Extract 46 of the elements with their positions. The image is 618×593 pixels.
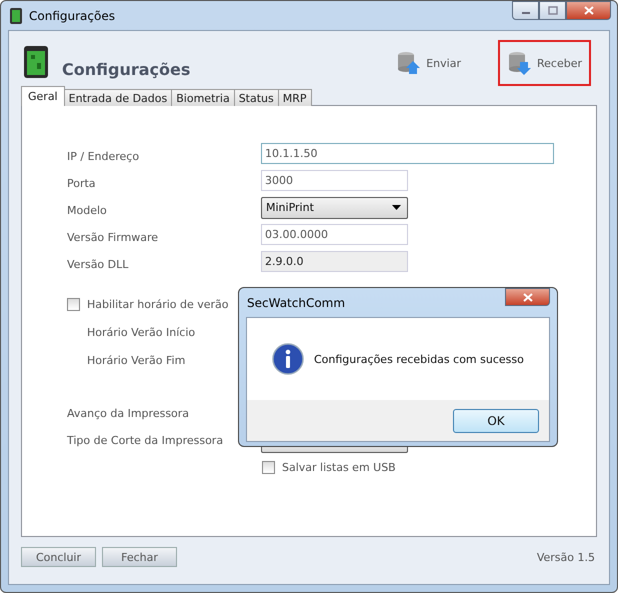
tab[interactable]: Entrada de Dados: [64, 89, 172, 106]
close-icon: [584, 6, 594, 15]
field-label: Versão DLL: [67, 257, 130, 271]
close-button[interactable]: Fechar: [102, 547, 177, 567]
input-field[interactable]: 03.00.0000: [261, 224, 408, 245]
close-button[interactable]: [505, 288, 550, 306]
tab[interactable]: MRP: [278, 89, 312, 106]
minimize-button[interactable]: [512, 1, 539, 20]
caret-icon: [392, 205, 401, 210]
field-label: Horário Verão Fim: [87, 354, 186, 367]
input-field[interactable]: 3000: [261, 170, 408, 191]
info-icon: [272, 343, 304, 375]
tab[interactable]: Biometria: [171, 89, 235, 106]
field-label: IP / Endereço: [67, 149, 140, 163]
finish-button[interactable]: Concluir: [21, 547, 96, 567]
readonly-field: 2.9.0.0: [261, 251, 408, 272]
database-upload-icon: [396, 50, 420, 76]
database-download-icon: [506, 50, 531, 76]
page-title: Configurações: [62, 60, 190, 79]
close-icon: [522, 292, 532, 302]
maximize-button[interactable]: [539, 1, 566, 20]
field-label: Avanço da Impressora: [67, 406, 190, 420]
field-label: Horário Verão Início: [87, 326, 196, 339]
device-icon: [23, 45, 49, 79]
field-label: Porta: [67, 176, 97, 190]
dropdown[interactable]: MiniPrint: [261, 196, 408, 218]
close-button[interactable]: [566, 1, 611, 20]
ok-button[interactable]: OK: [453, 408, 539, 432]
app-icon: [9, 6, 23, 24]
tab[interactable]: Geral: [21, 86, 65, 106]
checkbox[interactable]: [67, 298, 80, 311]
dialog-message: Configurações recebidas com sucesso: [314, 352, 524, 366]
tab[interactable]: Status: [234, 89, 279, 106]
field-label: Modelo: [67, 203, 108, 217]
field-label: Tipo de Corte da Impressora: [67, 433, 224, 447]
input-field[interactable]: 10.1.1.50: [261, 143, 554, 164]
version-label: Versão 1.5: [536, 550, 595, 564]
send-button[interactable]: Enviar: [387, 40, 470, 86]
checkbox-label: Salvar listas em USB: [282, 461, 396, 474]
checkbox-label: Habilitar horário de verão: [87, 298, 229, 311]
receive-button[interactable]: Receber: [498, 40, 591, 86]
dialog-title: SecWatchComm: [247, 296, 346, 310]
maximize-icon: [548, 6, 558, 15]
window-title: Configurações: [29, 8, 115, 22]
field-label: Versão Firmware: [67, 230, 160, 244]
checkbox[interactable]: [262, 461, 275, 474]
